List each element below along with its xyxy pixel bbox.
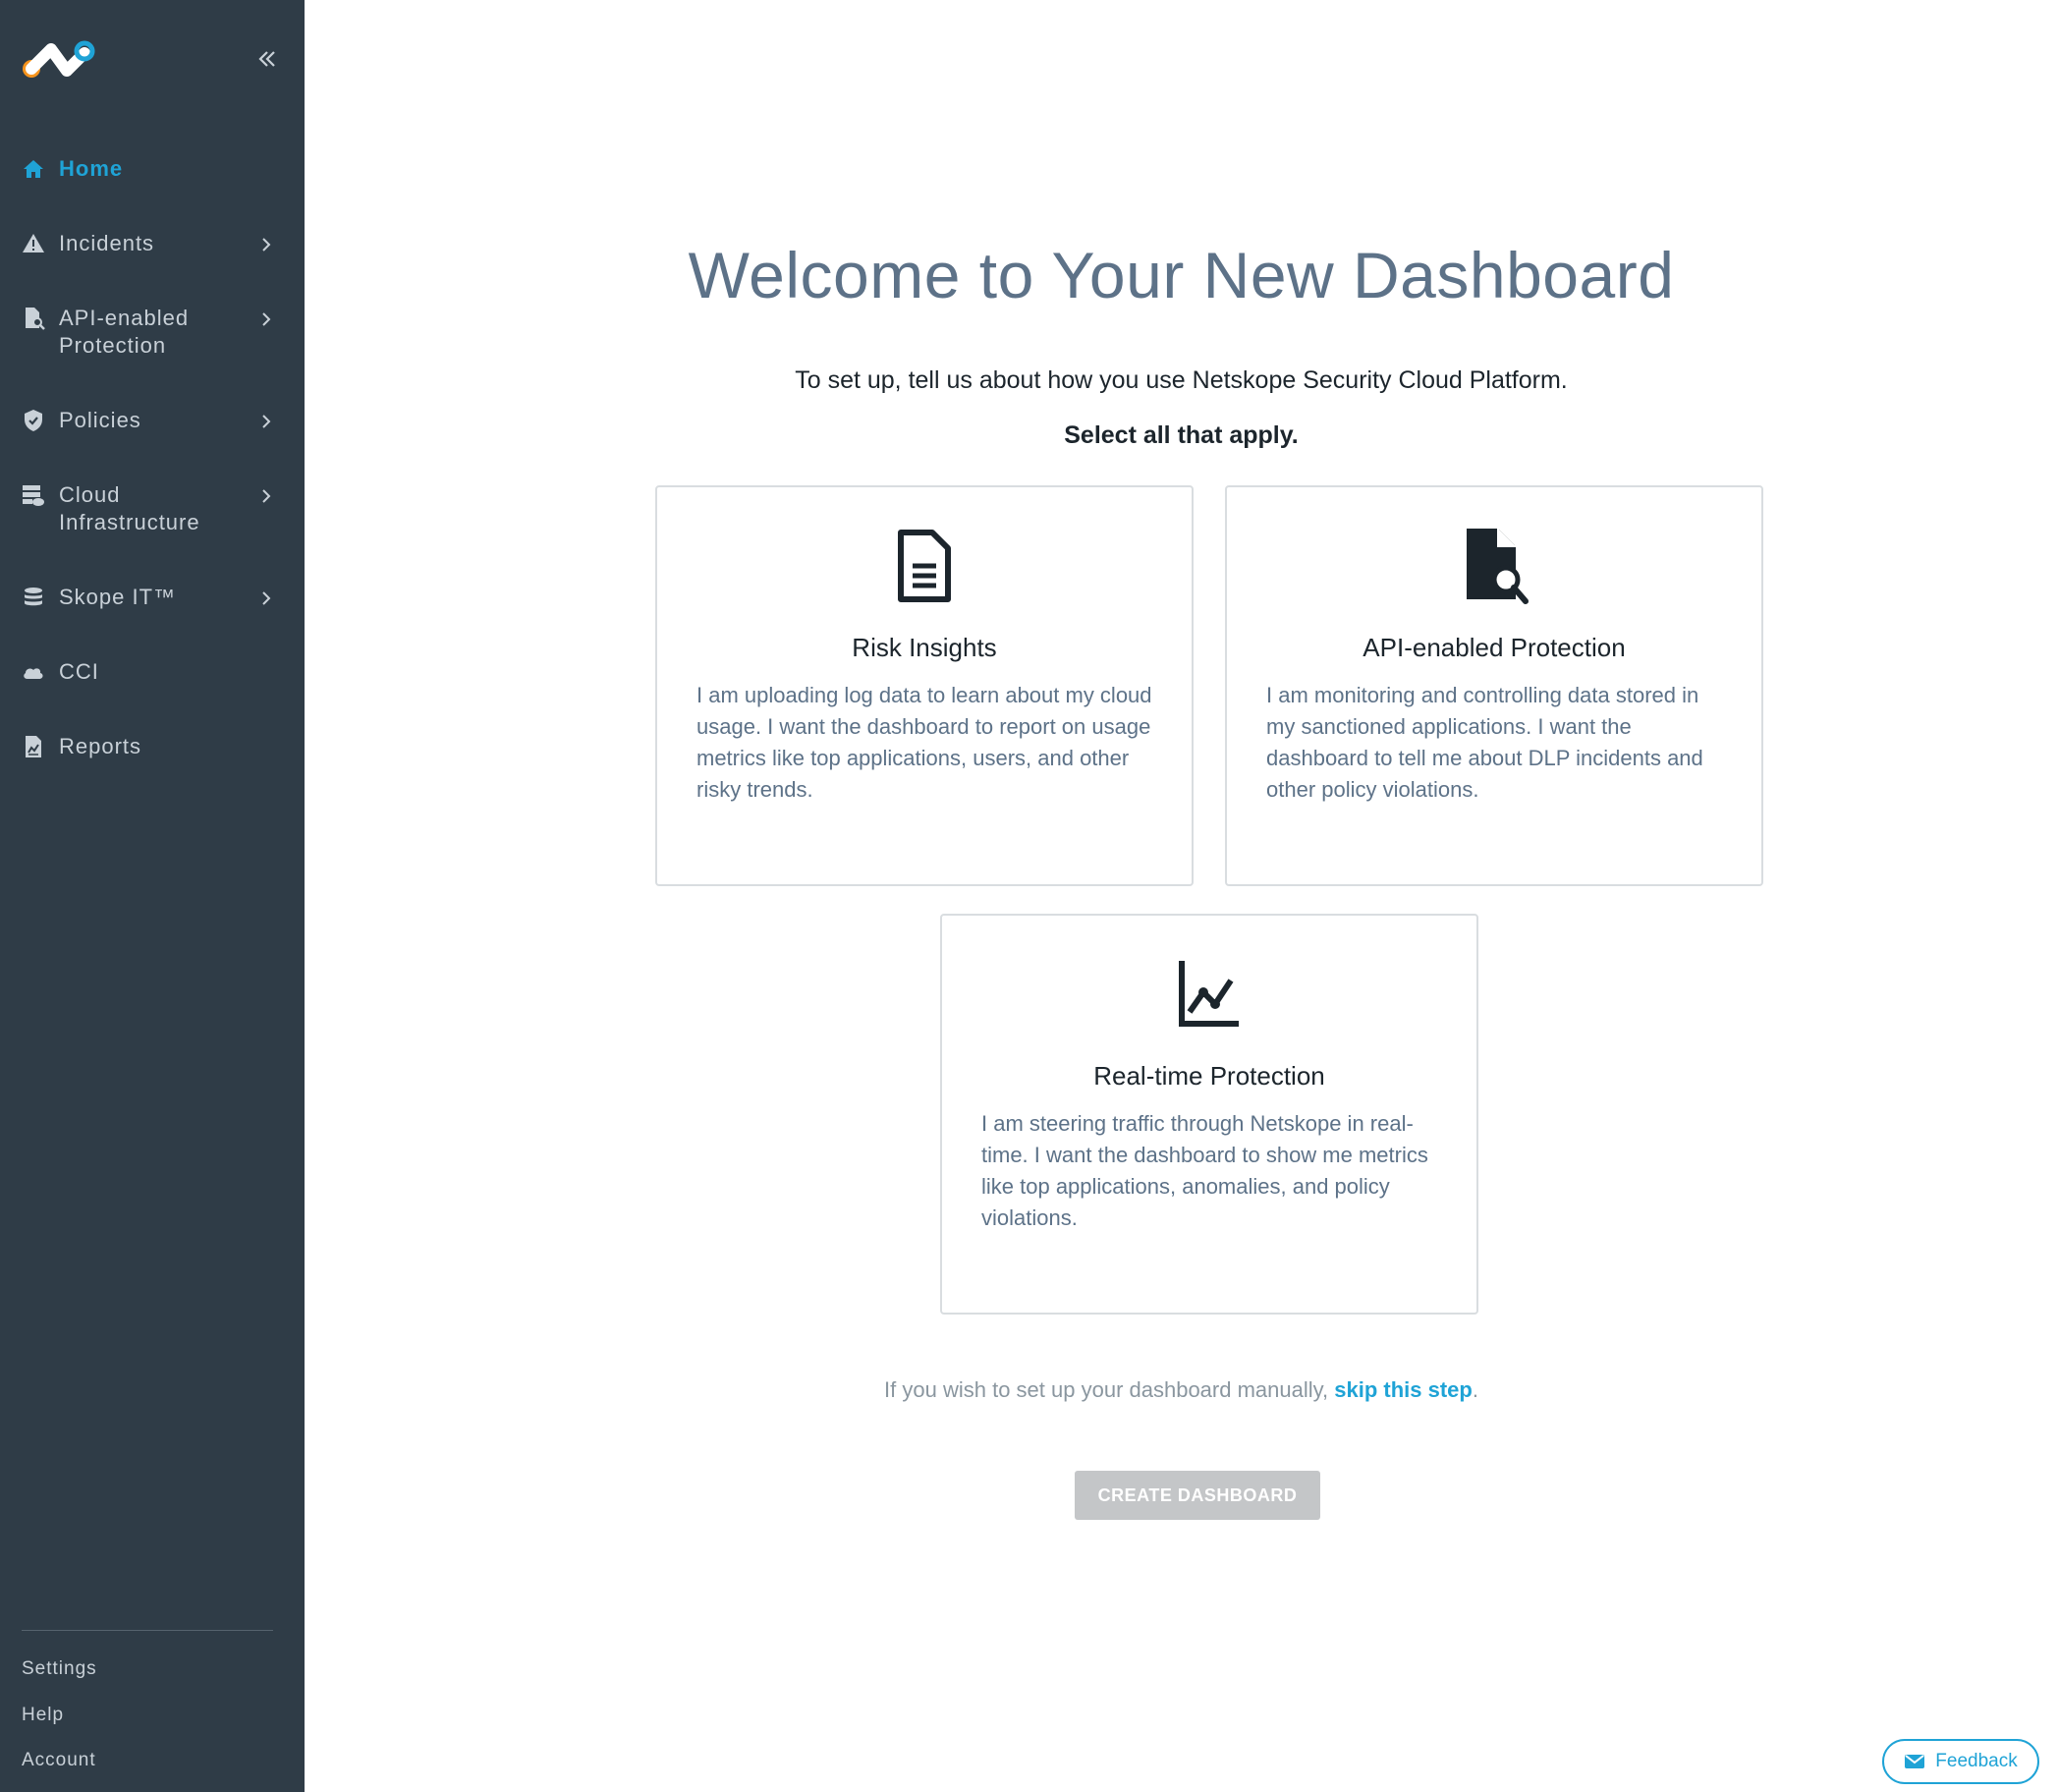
sidebar-item-policies[interactable]: Policies [0,405,305,434]
settings-link[interactable]: Settings [22,1658,97,1680]
chevron-right-icon [262,489,271,503]
line-chart-icon [1179,961,1239,1027]
chevron-right-icon [262,415,271,428]
sidebar-item-label: API-enabled Protection [59,306,190,358]
document-icon [898,530,951,602]
sidebar-item-label: Incidents [59,231,155,255]
card-title: Risk Insights [852,633,997,662]
report-icon [26,736,41,757]
sidebar-item-incidents[interactable]: Incidents [0,228,305,257]
document-search-icon [1467,529,1529,604]
sidebar-divider [22,1630,273,1631]
card-description: I am monitoring and controlling data sto… [1266,683,1703,802]
feedback-button[interactable]: Feedback [1882,1739,2039,1784]
sidebar-item-skope-it[interactable]: Skope IT™ [0,582,305,611]
collapse-sidebar-icon[interactable] [255,47,279,71]
create-dashboard-button[interactable]: CREATE DASHBOARD [1075,1471,1320,1520]
skip-prefix-text: If you wish to set up your dashboard man… [884,1377,1335,1402]
sidebar-item-label: Reports [59,734,142,758]
card-title: Real-time Protection [1093,1061,1325,1091]
help-link[interactable]: Help [22,1705,64,1726]
card-api-enabled-protection[interactable]: API-enabled Protection I am monitoring a… [1225,485,1763,886]
sidebar-item-cloud-infrastructure[interactable]: Cloud Infrastructure [0,479,305,536]
sidebar-item-label: Cloud Infrastructure [59,482,200,534]
page-subtitle: To set up, tell us about how you use Net… [795,366,1568,394]
sidebar-item-label: CCI [59,659,99,684]
skip-this-step-link[interactable]: skip this step [1334,1377,1473,1402]
page-title: Welcome to Your New Dashboard [688,239,1675,311]
card-title: API-enabled Protection [1363,633,1626,662]
card-description: I am steering traffic through Netskope i… [981,1111,1428,1230]
shield-icon [25,410,42,431]
sidebar-item-home[interactable]: Home [0,153,305,183]
cloud-icon [24,668,43,679]
chevron-right-icon [262,238,271,252]
skip-instruction: If you wish to set up your dashboard man… [305,1377,2058,1403]
card-risk-insights[interactable]: Risk Insights I am uploading log data to… [655,485,1194,886]
sidebar-item-label: Home [59,156,124,181]
selection-instruction: Select all that apply. [1064,421,1299,449]
cloud-infrastructure-icon [23,485,44,506]
home-icon [24,160,43,178]
sidebar-item-label: Policies [59,408,141,432]
document-search-icon [26,308,45,330]
account-link[interactable]: Account [22,1750,96,1771]
chevron-right-icon [262,591,271,605]
card-description: I am uploading log data to learn about m… [696,683,1152,802]
mail-icon [1905,1755,1925,1768]
warning-icon [23,234,44,252]
sidebar-item-cci[interactable]: CCI [0,656,305,686]
sidebar-item-label: Skope IT™ [59,585,177,609]
skip-suffix-text: . [1472,1377,1478,1402]
sidebar-item-api-enabled-protection[interactable]: API-enabled Protection [0,303,305,360]
netskope-logo[interactable] [20,37,98,84]
card-real-time-protection[interactable]: Real-time Protection I am steering traff… [940,914,1478,1315]
sidebar-item-reports[interactable]: Reports [0,731,305,760]
database-icon [25,588,42,606]
chevron-right-icon [262,312,271,326]
feedback-label: Feedback [1935,1751,2018,1771]
sidebar: Home Incidents API-enabled Protection Po… [0,0,305,1792]
